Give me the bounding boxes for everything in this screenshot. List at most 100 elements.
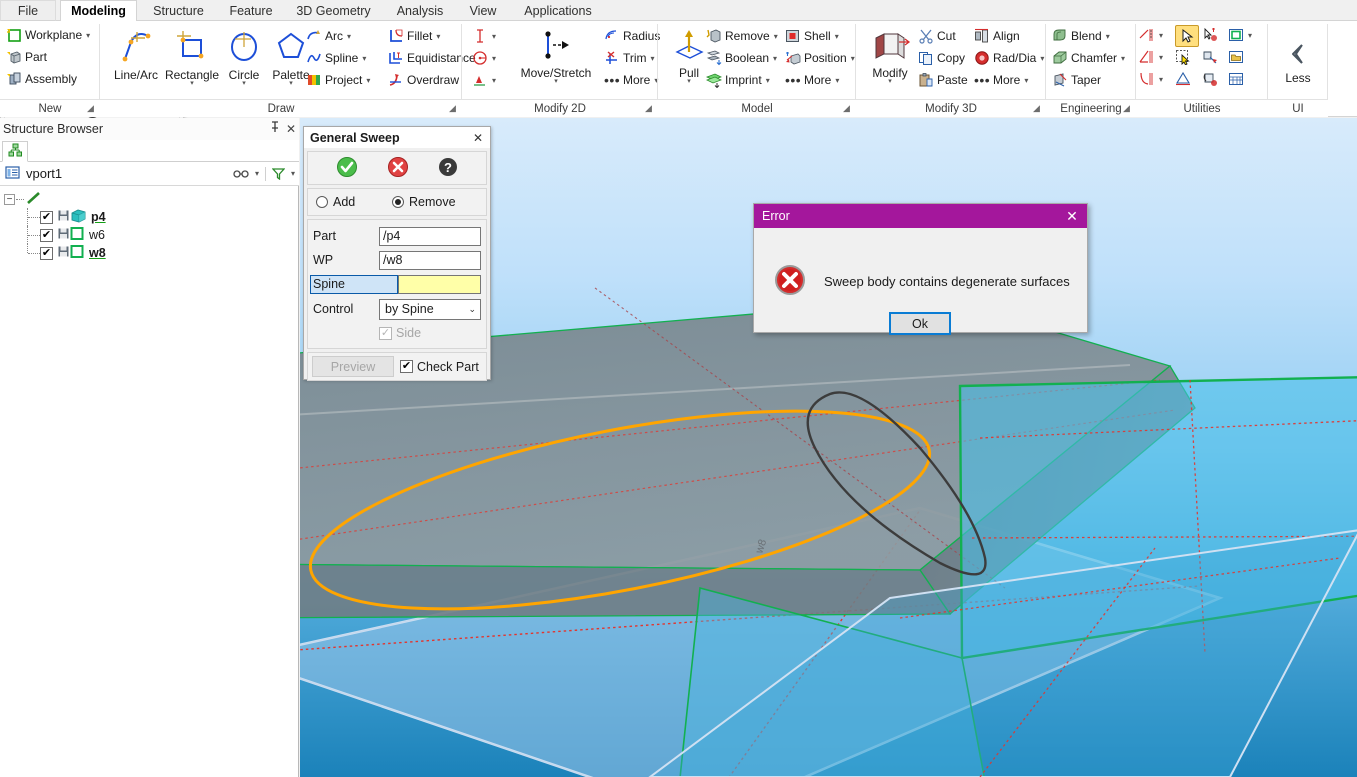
- tree-item-checkbox[interactable]: ✔: [40, 229, 53, 242]
- chevron-down-icon[interactable]: ▾: [492, 32, 496, 41]
- ribbon-button-dimension-radial[interactable]: ▾: [472, 50, 496, 66]
- close-icon[interactable]: ✕: [283, 121, 299, 137]
- wp-input[interactable]: /w8: [379, 251, 481, 270]
- tree-item-checkbox[interactable]: ✔: [40, 211, 53, 224]
- part-input[interactable]: /p4: [379, 227, 481, 246]
- find-dropdown-icon[interactable]: ▾: [255, 169, 259, 178]
- radio-remove[interactable]: Remove: [392, 195, 456, 209]
- ribbon-button-position[interactable]: Position ▾: [785, 50, 855, 66]
- ribbon-button-spline[interactable]: Spline ▾: [306, 50, 366, 66]
- ribbon-button-fillet[interactable]: Fillet ▾: [388, 28, 440, 44]
- ok-check-icon[interactable]: [336, 156, 358, 181]
- tree-item-checkbox[interactable]: ✔: [40, 247, 53, 260]
- ribbon-button-modify[interactable]: Modify ▾: [861, 28, 919, 85]
- chevron-down-icon[interactable]: ▾: [242, 81, 246, 87]
- tree-root-row[interactable]: −: [0, 190, 299, 208]
- ribbon-button-move-stretch[interactable]: Move/Stretch ▾: [510, 28, 602, 85]
- ribbon-button-select-window[interactable]: [1175, 49, 1191, 65]
- ribbon-button-copy[interactable]: Copy: [918, 50, 965, 66]
- dialog-launcher-icon[interactable]: ◢: [1031, 103, 1042, 114]
- ribbon-button-taper[interactable]: Taper: [1052, 72, 1101, 88]
- chevron-down-icon[interactable]: ▾: [554, 79, 558, 85]
- chevron-down-icon[interactable]: ▾: [1159, 53, 1163, 62]
- ribbon-button-select-arrow[interactable]: [1175, 25, 1199, 47]
- help-question-icon[interactable]: ?: [438, 157, 458, 180]
- ribbon-button-project[interactable]: Project ▾: [306, 72, 370, 88]
- ribbon-button-measure-arc[interactable]: ▾: [1139, 71, 1163, 87]
- side-checkbox[interactable]: ✓: [379, 327, 392, 340]
- chevron-down-icon[interactable]: ▾: [1024, 76, 1028, 85]
- tree-item-p4[interactable]: ✔ p4: [0, 208, 299, 226]
- tree-item-w8[interactable]: ✔ w8: [0, 244, 299, 262]
- chevron-down-icon[interactable]: ▾: [774, 32, 778, 41]
- cancel-x-icon[interactable]: [387, 156, 409, 181]
- chevron-down-icon[interactable]: ▾: [86, 31, 90, 40]
- chevron-down-icon[interactable]: ▾: [366, 76, 370, 85]
- chevron-down-icon[interactable]: ▾: [687, 79, 691, 85]
- ribbon-button-folder-open[interactable]: [1228, 49, 1244, 65]
- ribbon-button-transform[interactable]: [1202, 49, 1218, 65]
- chevron-down-icon[interactable]: ▾: [1248, 31, 1252, 40]
- find-icon[interactable]: [233, 168, 249, 180]
- chevron-down-icon[interactable]: ▾: [1106, 32, 1110, 41]
- tab-analysis[interactable]: Analysis: [385, 0, 455, 21]
- ribbon-button-dimension-linear[interactable]: ▾: [472, 28, 496, 44]
- ribbon-button-rad-dia[interactable]: Rad/Dia ▾: [974, 50, 1044, 66]
- ribbon-button-view-box[interactable]: ▾: [1228, 27, 1252, 43]
- chevron-down-icon[interactable]: ▾: [347, 32, 351, 41]
- control-select[interactable]: by Spine ⌄: [379, 299, 481, 320]
- ribbon-button-annotate[interactable]: [1175, 71, 1191, 87]
- tree-item-w6[interactable]: ✔ w6: [0, 226, 299, 244]
- ribbon-button-radius[interactable]: Radius: [604, 28, 660, 44]
- dialog-launcher-icon[interactable]: ◢: [643, 103, 654, 114]
- structure-tree-tab[interactable]: [2, 141, 28, 162]
- dialog-launcher-icon[interactable]: ◢: [85, 103, 96, 114]
- preview-button[interactable]: Preview: [312, 356, 394, 377]
- ribbon-button-trim[interactable]: Trim ▾: [604, 50, 655, 66]
- tab-modeling[interactable]: Modeling: [60, 0, 137, 22]
- side-checkbox-row[interactable]: ✓ Side: [379, 326, 421, 340]
- dialog-launcher-icon[interactable]: ◢: [841, 103, 852, 114]
- ribbon-button-measure-distance[interactable]: ▾: [1139, 27, 1163, 43]
- ribbon-button-more-model[interactable]: ••• More ▾: [785, 72, 839, 88]
- tree-expander[interactable]: −: [4, 194, 15, 205]
- chevron-down-icon[interactable]: ▾: [835, 32, 839, 41]
- chevron-down-icon[interactable]: ▾: [289, 81, 293, 87]
- ribbon-button-part[interactable]: Part: [6, 49, 47, 65]
- check-part-checkbox[interactable]: ✔: [400, 360, 413, 373]
- ribbon-button-overdraw[interactable]: Overdraw: [388, 72, 459, 88]
- chevron-down-icon[interactable]: ▾: [436, 32, 440, 41]
- filter-icon[interactable]: [272, 167, 285, 180]
- viewport-selector-row[interactable]: vport1 ▾ ▾: [0, 162, 299, 186]
- radio-add[interactable]: Add: [308, 195, 392, 209]
- ribbon-button-measure-angle[interactable]: ▾: [1139, 49, 1163, 65]
- ribbon-button-select-special[interactable]: [1202, 27, 1218, 43]
- close-icon[interactable]: ✕: [1061, 208, 1083, 225]
- ribbon-button-circle[interactable]: Circle ▾: [222, 28, 266, 87]
- chevron-down-icon[interactable]: ▾: [1159, 75, 1163, 84]
- ok-button[interactable]: Ok: [889, 312, 951, 335]
- ribbon-button-workplane[interactable]: Workplane ▾: [6, 27, 90, 43]
- ribbon-button-assembly[interactable]: Assembly: [6, 71, 77, 87]
- ribbon-button-less[interactable]: Less: [1276, 41, 1320, 85]
- ribbon-button-more-modify3d[interactable]: ••• More ▾: [974, 72, 1028, 88]
- field-label-spine[interactable]: Spine: [310, 275, 398, 294]
- ribbon-button-arc[interactable]: Arc ▾: [306, 28, 351, 44]
- ribbon-button-align[interactable]: Align: [974, 28, 1020, 44]
- chevron-down-icon[interactable]: ▾: [888, 79, 892, 85]
- chevron-down-icon[interactable]: ▾: [766, 76, 770, 85]
- filter-dropdown-icon[interactable]: ▾: [291, 169, 295, 178]
- chevron-down-icon[interactable]: ▾: [1040, 54, 1044, 63]
- tab-structure[interactable]: Structure: [141, 0, 216, 21]
- tab-view[interactable]: View: [459, 0, 507, 21]
- tab-3d-geometry[interactable]: 3D Geometry: [286, 0, 381, 21]
- ribbon-button-imprint[interactable]: Imprint ▾: [706, 72, 770, 88]
- spine-input[interactable]: [398, 275, 481, 294]
- chevron-down-icon[interactable]: ▾: [651, 54, 655, 63]
- chevron-down-icon[interactable]: ▾: [835, 76, 839, 85]
- pin-icon[interactable]: [267, 121, 283, 137]
- ribbon-button-grid-table[interactable]: [1228, 71, 1244, 87]
- tab-applications[interactable]: Applications: [511, 0, 605, 21]
- chevron-down-icon[interactable]: ▾: [190, 81, 194, 87]
- chevron-down-icon[interactable]: ▾: [1159, 31, 1163, 40]
